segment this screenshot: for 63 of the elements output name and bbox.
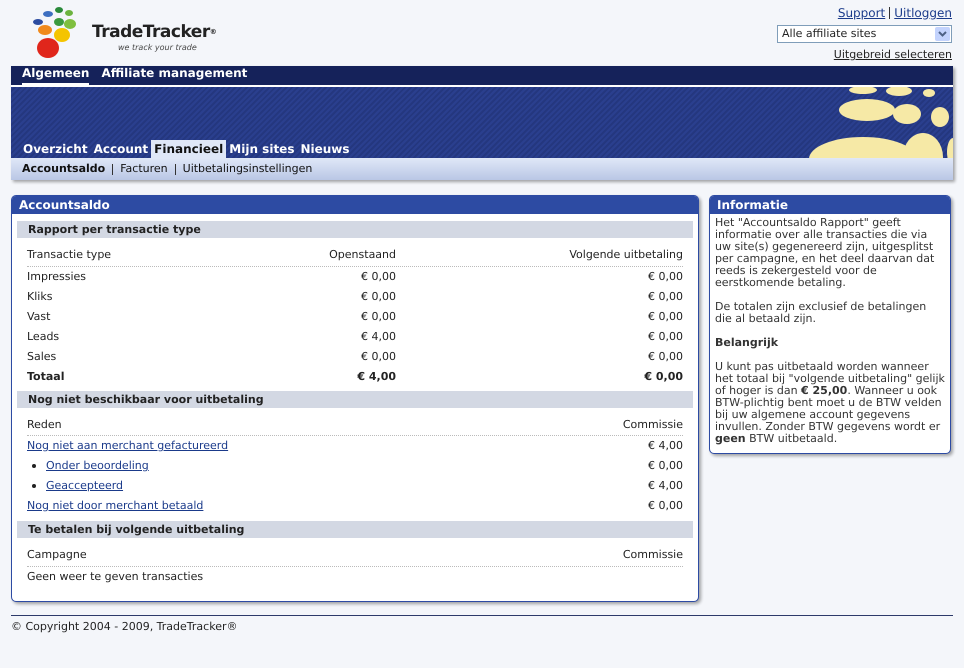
panel-title: Informatie (710, 196, 950, 214)
table-cell-text: € 0,00 (360, 348, 396, 364)
table-cell-text: Sales (27, 348, 58, 364)
table-cell-text: € 4,00 (356, 368, 396, 384)
section-header: Rapport per transactie type (17, 221, 693, 238)
bullet-icon (32, 464, 36, 468)
table-cell-text: € 0,00 (643, 368, 683, 384)
caret-icon (938, 31, 947, 37)
main-nav-tab[interactable]: Algemeen (22, 65, 90, 85)
sub-nav-link[interactable]: Uitbetalingsinstellingen (182, 160, 312, 178)
table-cell-text: Totaal (27, 368, 66, 384)
column-header: Reden (27, 416, 62, 432)
column-header: Volgende uitbetaling (568, 247, 683, 263)
advanced-select-link[interactable]: Uitgebreid selecteren (834, 47, 952, 64)
table-cell-text: € 4,00 (360, 328, 396, 344)
table-cell-text: € 0,00 (647, 288, 683, 304)
nav-tab[interactable]: Mijn sites (226, 140, 298, 158)
empty-message: Geen weer te geven transacties (27, 568, 204, 584)
site-select[interactable]: Alle affiliate sites (777, 25, 952, 43)
table-cell-text: € 0,00 (360, 268, 396, 284)
table-cell-text: Vast (27, 308, 52, 324)
nav-tab[interactable]: Nieuws (297, 140, 353, 158)
top-link[interactable]: Support (838, 4, 886, 22)
info-paragraph: De totalen zijn exclusief de betalingen die al betaald zijn. (715, 301, 928, 325)
table-cell-text: Impressies (27, 268, 88, 284)
table-cell-text: € 0,00 (647, 268, 683, 284)
reason-link[interactable]: Geaccepteerd (46, 476, 124, 496)
column-header: Campagne (27, 547, 87, 563)
nav-tab[interactable]: Financieel (151, 140, 226, 158)
nav-tab[interactable]: Account (90, 140, 152, 158)
sub-nav-link[interactable]: Accountsaldo (22, 160, 106, 178)
bullet-icon (32, 484, 36, 488)
table-cell-text: € 0,00 (647, 308, 683, 324)
reason-link[interactable]: Nog niet door merchant betaald (27, 496, 204, 516)
top-link[interactable]: Uitloggen (894, 4, 952, 22)
column-header: Openstaand (328, 247, 396, 263)
logo-wordmark: TradeTracker$^{®}$ (92, 22, 216, 42)
info-paragraph: Het "Accountsaldo Rapport" geeft informatie over alle transacties die via uw site(s) gegenereerd zijn, uitgesplitst per campagne, en het deel daarvan dat reeds is zekergesteld voor de eerstkomende betaling. (715, 217, 936, 289)
column-header: Commissie (622, 416, 683, 432)
reason-link[interactable]: Onder beoordeling (46, 456, 149, 476)
table-cell-text: € 0,00 (647, 328, 683, 344)
table-cell-text: Kliks (27, 288, 54, 304)
sub-nav-link[interactable]: Facturen (120, 160, 168, 178)
section-header: Te betalen bij volgende uitbetaling (17, 521, 693, 538)
panel-title: Accountsaldo (12, 196, 698, 214)
logo-tagline: we track your trade (117, 42, 198, 54)
table-cell-text: € 0,00 (360, 288, 396, 304)
table-cell-text: € 4,00 (648, 438, 683, 454)
table-cell-text: € 0,00 (360, 308, 396, 324)
table-cell-text: € 0,00 (648, 498, 683, 514)
reason-link[interactable]: Nog niet aan merchant gefactureerd (27, 436, 228, 456)
table-cell-text: Leads (27, 328, 60, 344)
main-nav-tab[interactable]: Affiliate management (101, 65, 248, 85)
nav-tab[interactable]: Overzicht (20, 140, 91, 158)
table-cell-text: € 0,00 (648, 458, 683, 474)
column-header: Transactie type (27, 247, 112, 263)
table-cell-text: € 4,00 (648, 478, 683, 494)
info-paragraph: U kunt pas uitbetaald worden wanneer het totaal bij "volgende uitbetaling" gelijk of hoger is dan € 25,00. Wanneer u ook BTW-plichtig bent moet u de BTW velden bij uw algemene account gegevens invullen. Zonder BTW gegevens wordt er geen BTW uitbetaald. (715, 361, 945, 445)
table-cell-text: € 0,00 (647, 348, 683, 364)
section-header: Nog niet beschikbaar voor uitbetaling (17, 390, 693, 408)
column-header: Commissie (622, 547, 683, 563)
info-heading: Belangrijk (715, 337, 780, 349)
copyright-text: © Copyright 2004 - 2009, TradeTracker® (11, 618, 238, 634)
